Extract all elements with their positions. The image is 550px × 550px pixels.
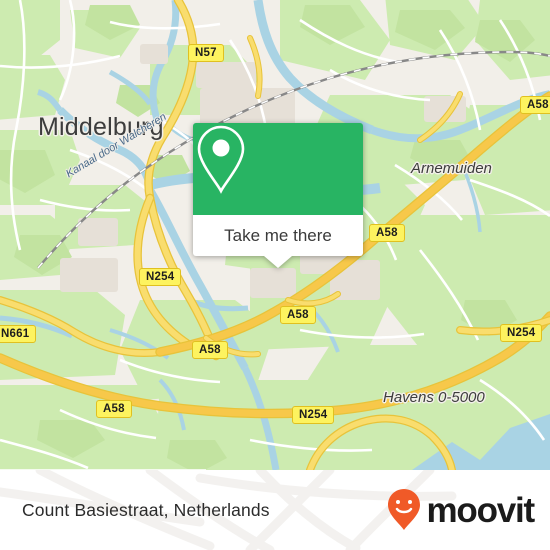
- take-me-there-button[interactable]: Take me there: [193, 215, 363, 256]
- map-label-arnemuiden: Arnemuiden: [411, 160, 492, 177]
- place-title: Count Basiestraat, Netherlands: [22, 499, 270, 520]
- location-popup-card[interactable]: Take me there: [193, 123, 363, 268]
- screenshot-root: Middelburg Arnemuiden Havens 0-5000 Kana…: [0, 0, 550, 550]
- road-shield-n57[interactable]: N57: [188, 44, 224, 63]
- road-shield-a58[interactable]: A58: [192, 341, 228, 360]
- road-shield-n661[interactable]: N661: [0, 325, 37, 344]
- footer-bar: Count Basiestraat, Netherlands moovit: [0, 470, 550, 550]
- popup-header: [193, 123, 363, 215]
- popup-pointer: [264, 256, 292, 268]
- map-label-havens: Havens 0-5000: [383, 389, 485, 406]
- moovit-pin-icon: [388, 489, 421, 530]
- map-canvas[interactable]: Middelburg Arnemuiden Havens 0-5000 Kana…: [0, 0, 550, 470]
- map-pin-icon: [197, 125, 245, 194]
- road-shield-n254[interactable]: N254: [139, 268, 182, 287]
- moovit-wordmark: moovit: [426, 490, 535, 530]
- road-shield-a58[interactable]: A58: [520, 96, 550, 115]
- road-shield-n254[interactable]: N254: [292, 406, 335, 425]
- road-shield-a58[interactable]: A58: [369, 224, 405, 243]
- road-shield-n254[interactable]: N254: [500, 324, 543, 343]
- road-shield-a58[interactable]: A58: [96, 400, 132, 419]
- road-shield-a58[interactable]: A58: [280, 306, 316, 325]
- moovit-logo[interactable]: moovit: [386, 470, 535, 550]
- osm-attribution[interactable]: © OpenStreetMap contributors: [0, 469, 207, 470]
